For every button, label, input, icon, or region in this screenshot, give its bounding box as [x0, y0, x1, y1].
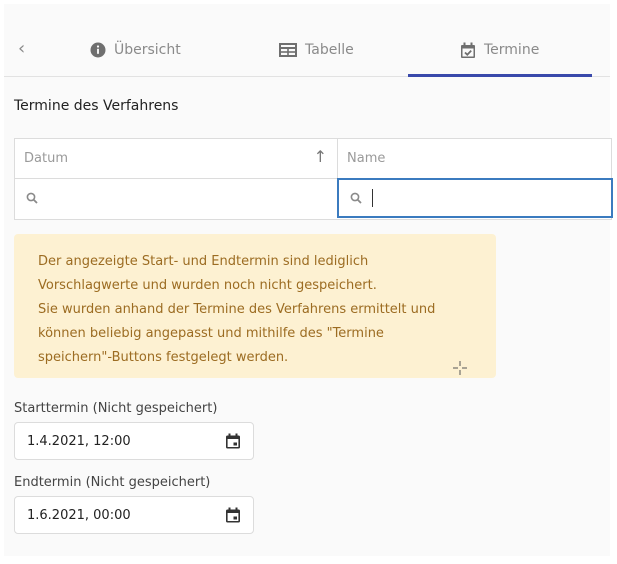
search-icon — [350, 192, 362, 204]
column-header-date[interactable]: Datum ↑ — [15, 139, 338, 179]
notice-line: Der angezeigte Start- und Endtermin sind… — [38, 254, 369, 269]
sort-ascending-icon[interactable]: ↑ — [314, 147, 327, 166]
column-header-label: Datum — [24, 151, 68, 166]
date-filter-input[interactable] — [46, 183, 270, 213]
back-button[interactable]: ‹ — [18, 38, 32, 60]
tab-termine[interactable]: Termine — [460, 24, 539, 76]
notice-line: Sie wurden anhand der Termine des Verfah… — [38, 302, 436, 317]
start-date-value: 1.4.2021, 12:00 — [27, 433, 131, 449]
tab-label: Termine — [484, 42, 540, 58]
crosshair-cursor-icon — [453, 361, 467, 375]
tab-label: Übersicht — [114, 42, 181, 58]
column-header-name[interactable]: Name — [338, 139, 611, 179]
active-tab-indicator — [408, 74, 592, 77]
table-icon — [279, 43, 297, 57]
end-date-value: 1.6.2021, 00:00 — [27, 507, 131, 523]
end-date-field[interactable]: 1.6.2021, 00:00 — [14, 496, 254, 534]
calendar-check-icon — [461, 42, 475, 58]
section-title: Termine des Verfahrens — [14, 98, 179, 114]
tab-tabelle[interactable]: Tabelle — [279, 24, 354, 76]
info-icon — [90, 42, 106, 58]
search-icon — [26, 192, 38, 204]
calendar-icon[interactable] — [225, 507, 241, 523]
end-date-label: Endtermin (Nicht gespeichert) — [14, 475, 211, 490]
notice-line: können beliebig angepasst und mithilfe d… — [38, 326, 384, 341]
start-date-label: Starttermin (Nicht gespeichert) — [14, 401, 218, 416]
calendar-icon[interactable] — [225, 433, 241, 449]
column-header-label: Name — [347, 151, 386, 166]
text-caret — [372, 189, 373, 207]
tab-uebersicht[interactable]: Übersicht — [90, 24, 181, 76]
name-filter[interactable] — [337, 178, 613, 218]
tab-bar: ‹ Übersicht Tabelle Termine — [4, 24, 610, 77]
tab-label: Tabelle — [305, 42, 354, 58]
start-date-field[interactable]: 1.4.2021, 12:00 — [14, 422, 254, 460]
date-filter[interactable] — [15, 179, 338, 217]
notice-line: Vorschlagwerte und wurden noch nicht ges… — [38, 278, 377, 293]
unsaved-dates-notice: Der angezeigte Start- und Endtermin sind… — [14, 234, 496, 378]
events-table: Datum ↑ Name — [14, 138, 613, 220]
notice-line: speichern"-Buttons festgelegt werden. — [38, 350, 289, 365]
page: ‹ Übersicht Tabelle Termine Termine des … — [0, 0, 617, 564]
